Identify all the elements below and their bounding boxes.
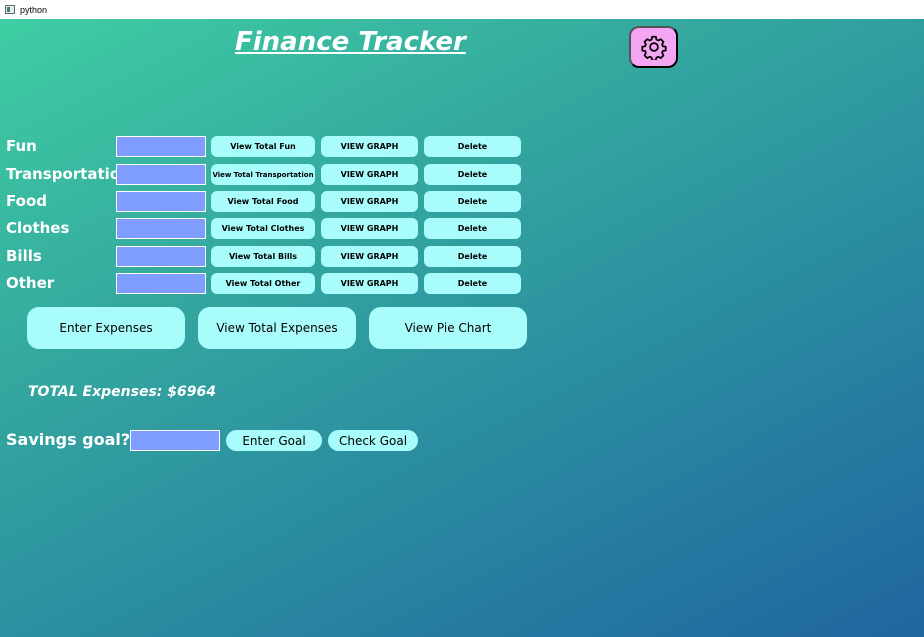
other-amount-input[interactable]	[116, 273, 206, 294]
settings-button[interactable]	[629, 26, 678, 68]
view-graph-clothes-button[interactable]: VIEW GRAPH	[321, 218, 418, 239]
python-app-icon	[5, 5, 15, 14]
gear-icon	[640, 35, 667, 60]
category-label-clothes: Clothes	[6, 219, 70, 237]
view-graph-fun-button[interactable]: VIEW GRAPH	[321, 136, 418, 157]
enter-expenses-button[interactable]: Enter Expenses	[27, 307, 185, 349]
delete-food-button[interactable]: Delete	[424, 191, 521, 212]
view-total-food-button[interactable]: View Total Food	[211, 191, 315, 212]
total-expenses-text: TOTAL Expenses: $6964	[28, 384, 216, 400]
app-title: Finance Tracker	[235, 27, 466, 57]
delete-bills-button[interactable]: Delete	[424, 246, 521, 267]
view-total-transportation-button[interactable]: View Total Transportation	[211, 164, 315, 185]
food-amount-input[interactable]	[116, 191, 206, 212]
view-graph-other-button[interactable]: VIEW GRAPH	[321, 273, 418, 294]
window-title: python	[20, 4, 48, 15]
app-window: Finance Tracker Fun View Total Fun VIEW …	[0, 19, 924, 637]
category-label-other: Other	[6, 274, 55, 292]
delete-transportation-button[interactable]: Delete	[424, 164, 521, 185]
delete-other-button[interactable]: Delete	[424, 273, 521, 294]
enter-goal-button[interactable]: Enter Goal	[226, 430, 322, 451]
category-label-food: Food	[6, 192, 47, 210]
view-pie-chart-button[interactable]: View Pie Chart	[369, 307, 527, 349]
view-graph-food-button[interactable]: VIEW GRAPH	[321, 191, 418, 212]
check-goal-button[interactable]: Check Goal	[328, 430, 418, 451]
view-total-expenses-button[interactable]: View Total Expenses	[198, 307, 356, 349]
category-label-fun: Fun	[6, 137, 37, 155]
transportation-amount-input[interactable]	[116, 164, 206, 185]
clothes-amount-input[interactable]	[116, 218, 206, 239]
view-total-bills-button[interactable]: View Total Bills	[211, 246, 315, 267]
view-graph-bills-button[interactable]: VIEW GRAPH	[321, 246, 418, 267]
category-label-transportation: Transportation	[6, 165, 131, 183]
window-titlebar: python	[0, 0, 924, 19]
fun-amount-input[interactable]	[116, 136, 206, 157]
bills-amount-input[interactable]	[116, 246, 206, 267]
view-total-fun-button[interactable]: View Total Fun	[211, 136, 315, 157]
delete-fun-button[interactable]: Delete	[424, 136, 521, 157]
view-graph-transportation-button[interactable]: VIEW GRAPH	[321, 164, 418, 185]
view-total-clothes-button[interactable]: View Total Clothes	[211, 218, 315, 239]
category-label-bills: Bills	[6, 247, 42, 265]
savings-goal-label: Savings goal?	[6, 430, 131, 449]
view-total-other-button[interactable]: View Total Other	[211, 273, 315, 294]
savings-goal-input[interactable]	[130, 430, 220, 451]
delete-clothes-button[interactable]: Delete	[424, 218, 521, 239]
